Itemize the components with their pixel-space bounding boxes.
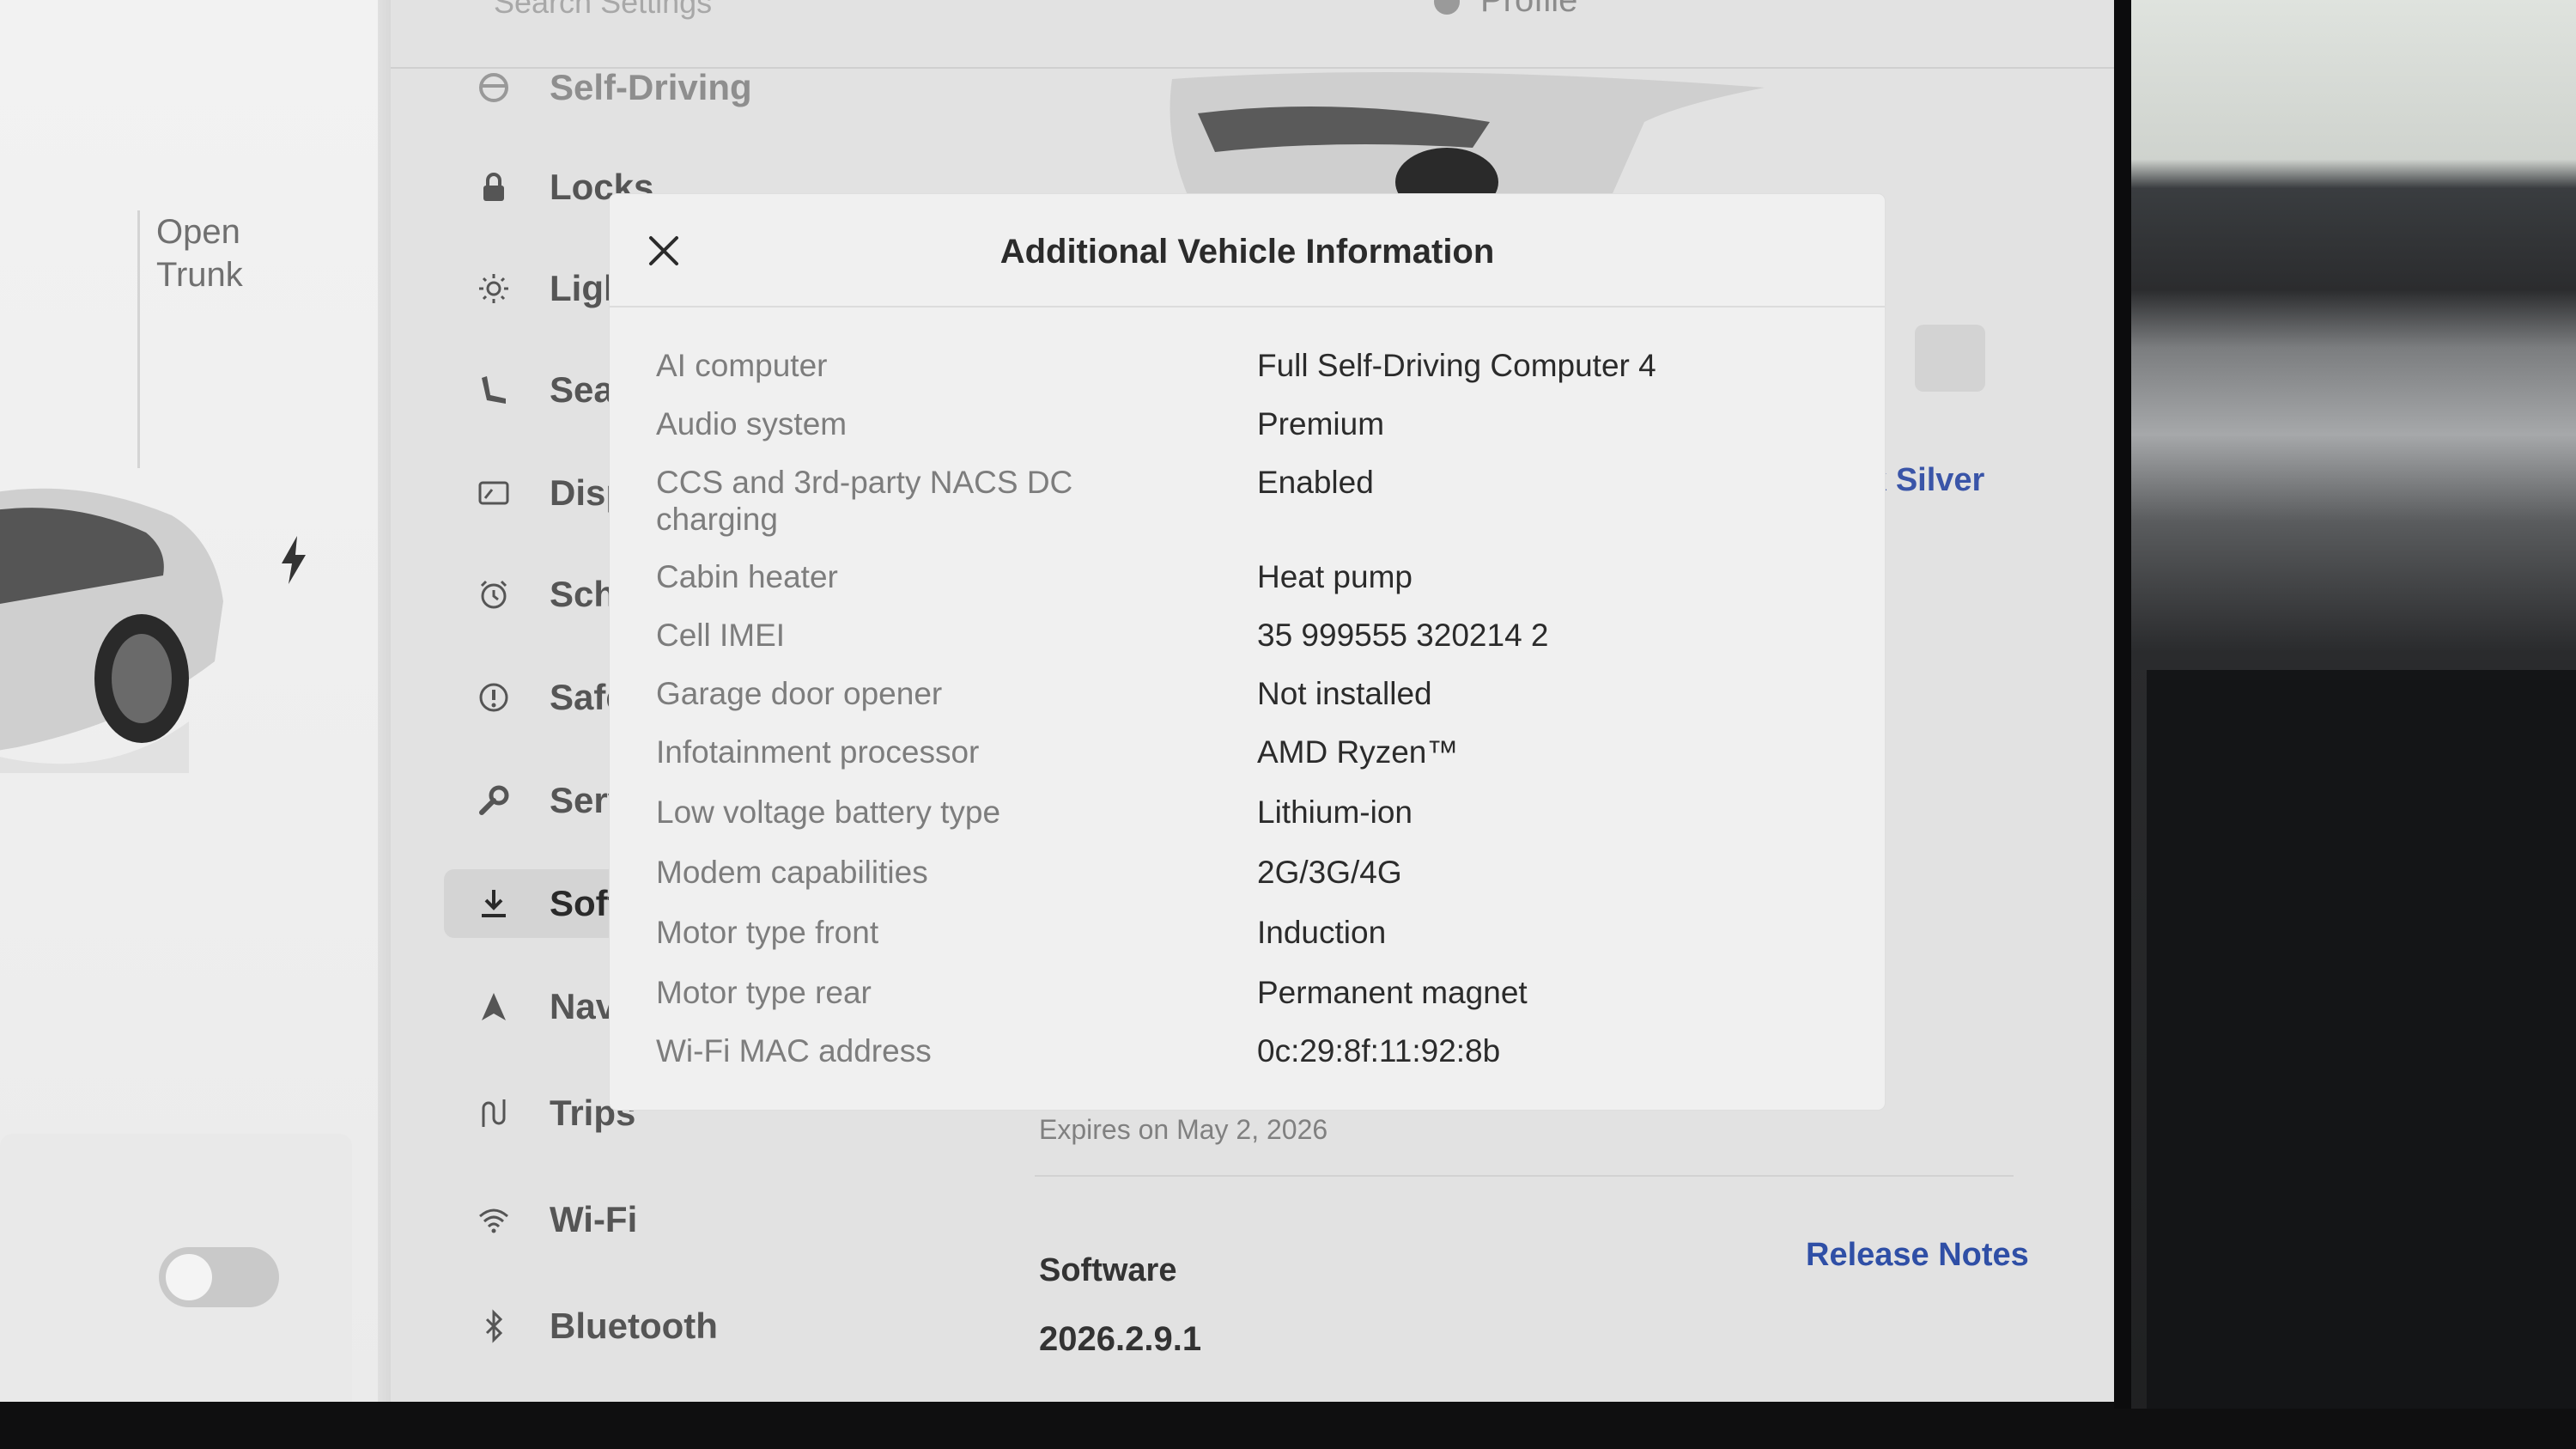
toggle-knob [166, 1254, 212, 1300]
nav-label-wifi: Wi-Fi [550, 1199, 638, 1239]
info-value: Heat pump [1257, 559, 1413, 594]
info-value: Not installed [1257, 676, 1432, 711]
info-value: 35 999555 320214 2 [1257, 618, 1549, 653]
profile-button[interactable]: Profile [1434, 0, 1577, 20]
info-value: AMD Ryzen™ [1257, 734, 1459, 770]
sun-icon [472, 267, 515, 310]
dashboard-trim [2147, 670, 2576, 1449]
car-render-image [0, 488, 223, 773]
info-label: Cabin heater [656, 559, 838, 594]
alert-icon [472, 676, 515, 719]
modal-title: Additional Vehicle Information [999, 233, 1495, 271]
info-label: CCS and 3rd-party NACS DC charging [656, 465, 1073, 537]
section-divider [1035, 1175, 2014, 1177]
download-icon [472, 882, 515, 925]
software-version: 2026.2.9.1 [1039, 1320, 1202, 1358]
info-label: Motor type front [656, 915, 879, 950]
screen-bottom-edge [0, 1402, 2114, 1409]
release-notes-link[interactable]: Release Notes [1806, 1237, 2029, 1274]
profile-label: Profile [1480, 0, 1578, 19]
wifi-icon [472, 1198, 515, 1241]
info-label: Wi-Fi MAC address [656, 1033, 932, 1068]
car-banner-image [1170, 72, 1765, 199]
lightning-icon[interactable] [276, 534, 311, 586]
lock-icon [472, 166, 515, 209]
software-heading: Software [1039, 1252, 1177, 1288]
info-label: AI computer [656, 348, 828, 383]
info-value: 0c:29:8f:11:92:8b [1257, 1033, 1501, 1068]
touchscreen: Open Trunk Search Settings Profile Self-… [0, 0, 2114, 1402]
info-label: Low voltage battery type [656, 795, 1001, 830]
info-label: Motor type rear [656, 975, 872, 1010]
info-value: Full Self-Driving Computer 4 [1257, 348, 1656, 383]
info-value: Induction [1257, 915, 1387, 950]
info-value: 2G/3G/4G [1257, 855, 1402, 890]
navigation-icon [472, 985, 515, 1028]
open-trunk-label-line2: Trunk [156, 256, 243, 294]
close-icon[interactable] [646, 233, 682, 269]
search-input[interactable]: Search Settings [494, 0, 712, 21]
wrench-icon [472, 779, 515, 822]
quick-toggle[interactable] [159, 1247, 279, 1307]
modal-header: Additional Vehicle Information [610, 194, 1885, 307]
seat-icon [472, 368, 515, 411]
info-label: Audio system [656, 406, 848, 441]
display-icon [472, 472, 515, 514]
open-trunk-label-line1: Open [156, 213, 240, 251]
person-icon [1434, 0, 1460, 15]
trips-icon [472, 1092, 515, 1135]
connectivity-expiration: Expires on May 2, 2026 [1039, 1114, 1328, 1145]
info-value: Lithium-ion [1257, 795, 1413, 830]
trunk-divider [137, 210, 140, 468]
info-label: Infotainment processor [656, 734, 980, 770]
info-value: Permanent magnet [1257, 975, 1528, 1010]
bezel-bottom [0, 1409, 2576, 1449]
nav-item-bluetooth[interactable]: Bluetooth [472, 1292, 1030, 1361]
nav-label-self-driving: Self-Driving [550, 67, 752, 107]
alarm-icon [472, 573, 515, 616]
steering-wheel-icon [472, 66, 515, 109]
panel-edge [378, 0, 391, 1402]
dashboard-background [2121, 0, 2576, 1449]
nav-item-wifi[interactable]: Wi-Fi [472, 1185, 1030, 1254]
nav-item-self-driving[interactable]: Self-Driving [472, 53, 1030, 122]
nav-label-bluetooth: Bluetooth [550, 1306, 718, 1346]
vehicle-info-modal: Additional Vehicle Information AI comput… [610, 194, 1885, 1110]
bluetooth-icon [472, 1305, 515, 1348]
open-trunk-button[interactable]: Open Trunk [156, 210, 243, 296]
paint-color-swatch[interactable] [1915, 325, 1985, 392]
screen-bezel [2114, 0, 2131, 1449]
info-label: Garage door opener [656, 676, 943, 711]
info-label: Modem capabilities [656, 855, 928, 890]
info-value: Enabled [1257, 465, 1374, 500]
car-panel: Open Trunk [0, 0, 391, 1402]
info-value: Premium [1257, 406, 1385, 441]
info-label: Cell IMEI [656, 618, 786, 653]
